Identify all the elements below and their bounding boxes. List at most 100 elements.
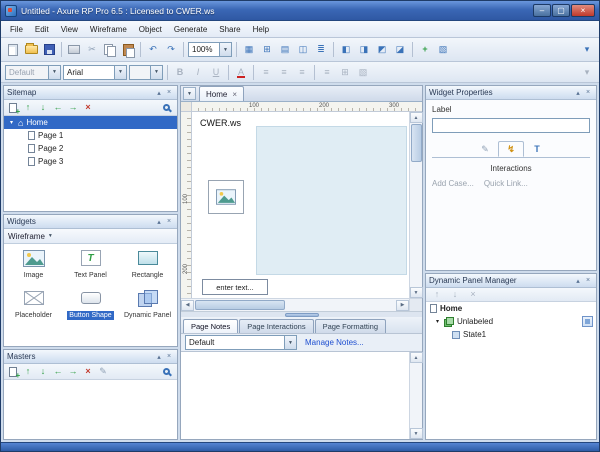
scroll-down-icon[interactable]: ▼ bbox=[410, 287, 423, 298]
outdent-master-icon[interactable]: ← bbox=[51, 365, 65, 379]
widget-image[interactable]: Image bbox=[5, 248, 62, 280]
ungroup-icon[interactable]: ▧ bbox=[435, 42, 451, 58]
font-select[interactable]: Arial ▼ bbox=[63, 65, 127, 80]
align-left-icon[interactable]: ◧ bbox=[338, 42, 354, 58]
edit-master-icon[interactable]: ✎ bbox=[96, 365, 110, 379]
edit-states-icon[interactable] bbox=[582, 316, 593, 327]
font-color-icon[interactable]: A bbox=[233, 64, 249, 80]
more-format-icon[interactable]: ▾ bbox=[579, 64, 595, 80]
tab-close-icon[interactable]: × bbox=[232, 90, 237, 99]
paste-icon[interactable] bbox=[120, 42, 136, 58]
text-widget[interactable]: CWER.ws bbox=[200, 118, 241, 128]
menu-help[interactable]: Help bbox=[247, 23, 275, 36]
group-icon[interactable]: + bbox=[417, 42, 433, 58]
tab-list-icon[interactable]: ▼ bbox=[183, 87, 196, 100]
move-page-up-icon[interactable]: ↑ bbox=[21, 101, 35, 115]
open-file-icon[interactable] bbox=[23, 42, 39, 58]
tab-interactions[interactable]: ↯ bbox=[498, 141, 524, 157]
widget-dynamic-panel[interactable]: Dynamic Panel bbox=[119, 288, 176, 320]
canvas-vertical-scrollbar[interactable]: ▲ ▼ bbox=[409, 112, 422, 298]
note-set-select[interactable]: Default ▼ bbox=[185, 335, 297, 350]
pin-icon[interactable]: ▴ bbox=[573, 89, 583, 97]
panel-close-icon[interactable]: × bbox=[164, 89, 174, 96]
copy-icon[interactable] bbox=[102, 42, 118, 58]
delete-master-icon[interactable]: × bbox=[81, 365, 95, 379]
sitemap-node-page1[interactable]: Page 1 bbox=[4, 129, 177, 142]
split-view-icon[interactable]: ◫ bbox=[295, 42, 311, 58]
pin-icon[interactable]: ▴ bbox=[154, 353, 164, 361]
dropdown-icon[interactable]: ▼ bbox=[219, 43, 231, 56]
tab-annotations[interactable]: ✎ bbox=[472, 141, 498, 157]
design-canvas[interactable]: CWER.ws enter text... bbox=[192, 112, 409, 298]
bullet-list-icon[interactable]: ≡ bbox=[319, 64, 335, 80]
scroll-up-icon[interactable]: ▲ bbox=[410, 352, 423, 363]
fill-color-icon[interactable]: ▧ bbox=[355, 64, 371, 80]
move-master-up-icon[interactable]: ↑ bbox=[21, 365, 35, 379]
menu-edit[interactable]: Edit bbox=[29, 23, 55, 36]
scroll-down-icon[interactable]: ▼ bbox=[410, 428, 423, 439]
scrollbar-thumb[interactable] bbox=[411, 124, 422, 162]
bold-icon[interactable]: B bbox=[172, 64, 188, 80]
maximize-button[interactable]: ▢ bbox=[552, 4, 570, 17]
sitemap-node-page2[interactable]: Page 2 bbox=[4, 142, 177, 155]
scrollbar-thumb[interactable] bbox=[195, 300, 285, 310]
search-icon[interactable] bbox=[161, 101, 175, 115]
add-child-page-icon[interactable] bbox=[6, 101, 20, 115]
splitter-grip-icon[interactable] bbox=[285, 313, 319, 317]
align-top-icon[interactable]: ◩ bbox=[374, 42, 390, 58]
indent-page-icon[interactable]: → bbox=[66, 101, 80, 115]
expander-icon[interactable]: ▾ bbox=[434, 318, 441, 325]
minimize-button[interactable]: – bbox=[533, 4, 551, 17]
notes-vertical-scrollbar[interactable]: ▲ ▼ bbox=[409, 352, 422, 439]
font-size-select[interactable]: ▼ bbox=[129, 65, 163, 80]
move-state-down-icon[interactable]: ↓ bbox=[447, 287, 463, 303]
pin-icon[interactable]: ▴ bbox=[154, 89, 164, 97]
widget-rectangle[interactable]: Rectangle bbox=[119, 248, 176, 280]
panel-close-icon[interactable]: × bbox=[164, 218, 174, 225]
undo-icon[interactable]: ↶ bbox=[145, 42, 161, 58]
panel-close-icon[interactable]: × bbox=[583, 89, 593, 96]
canvas-horizontal-scrollbar[interactable]: ◀ ▶ bbox=[181, 298, 422, 311]
menu-generate[interactable]: Generate bbox=[168, 23, 213, 36]
menu-view[interactable]: View bbox=[55, 23, 84, 36]
italic-icon[interactable]: I bbox=[190, 64, 206, 80]
more-tools-icon[interactable]: ▾ bbox=[579, 42, 595, 58]
tab-page-formatting[interactable]: Page Formatting bbox=[315, 319, 386, 333]
widget-library-select[interactable]: Wireframe ▼ bbox=[4, 229, 177, 244]
search-icon[interactable] bbox=[161, 365, 175, 379]
cut-icon[interactable]: ✂ bbox=[84, 42, 100, 58]
redo-icon[interactable]: ↷ bbox=[163, 42, 179, 58]
zoom-select[interactable]: 100% ▼ bbox=[188, 42, 232, 57]
underline-icon[interactable]: U bbox=[208, 64, 224, 80]
add-case-link[interactable]: Add Case... bbox=[432, 179, 474, 188]
quick-link-link[interactable]: Quick Link... bbox=[484, 179, 528, 188]
outdent-page-icon[interactable]: ← bbox=[51, 101, 65, 115]
align-text-left-icon[interactable]: ≡ bbox=[258, 64, 274, 80]
delete-state-icon[interactable]: × bbox=[465, 287, 481, 303]
menu-object[interactable]: Object bbox=[133, 23, 168, 36]
button-shape-widget[interactable]: enter text... bbox=[202, 279, 268, 295]
dpm-node-state1[interactable]: State1 bbox=[426, 328, 596, 341]
scroll-up-icon[interactable]: ▲ bbox=[410, 112, 423, 123]
menu-share[interactable]: Share bbox=[213, 23, 246, 36]
tab-page-notes[interactable]: Page Notes bbox=[183, 319, 238, 333]
label-input[interactable] bbox=[432, 118, 590, 133]
new-document-icon[interactable] bbox=[5, 42, 21, 58]
dropdown-icon[interactable]: ▼ bbox=[114, 66, 126, 79]
add-master-icon[interactable] bbox=[6, 365, 20, 379]
masters-tree[interactable] bbox=[4, 380, 177, 439]
widget-text-panel[interactable]: T Text Panel bbox=[62, 248, 119, 280]
widget-placeholder[interactable]: Placeholder bbox=[5, 288, 62, 320]
tab-page-interactions[interactable]: Page Interactions bbox=[239, 319, 313, 333]
manage-notes-link[interactable]: Manage Notes... bbox=[305, 338, 364, 347]
widgets-pane-icon[interactable]: ⊞ bbox=[259, 42, 275, 58]
tab-formatting[interactable]: T bbox=[524, 141, 550, 157]
align-text-right-icon[interactable]: ≡ bbox=[294, 64, 310, 80]
widget-button-shape[interactable]: Button Shape bbox=[62, 288, 119, 320]
pin-icon[interactable]: ▴ bbox=[154, 218, 164, 226]
move-state-up-icon[interactable]: ↑ bbox=[429, 287, 445, 303]
menu-file[interactable]: File bbox=[4, 23, 29, 36]
border-style-icon[interactable]: ⊞ bbox=[337, 64, 353, 80]
image-widget[interactable] bbox=[208, 180, 244, 214]
notes-pane-icon[interactable]: ▤ bbox=[277, 42, 293, 58]
